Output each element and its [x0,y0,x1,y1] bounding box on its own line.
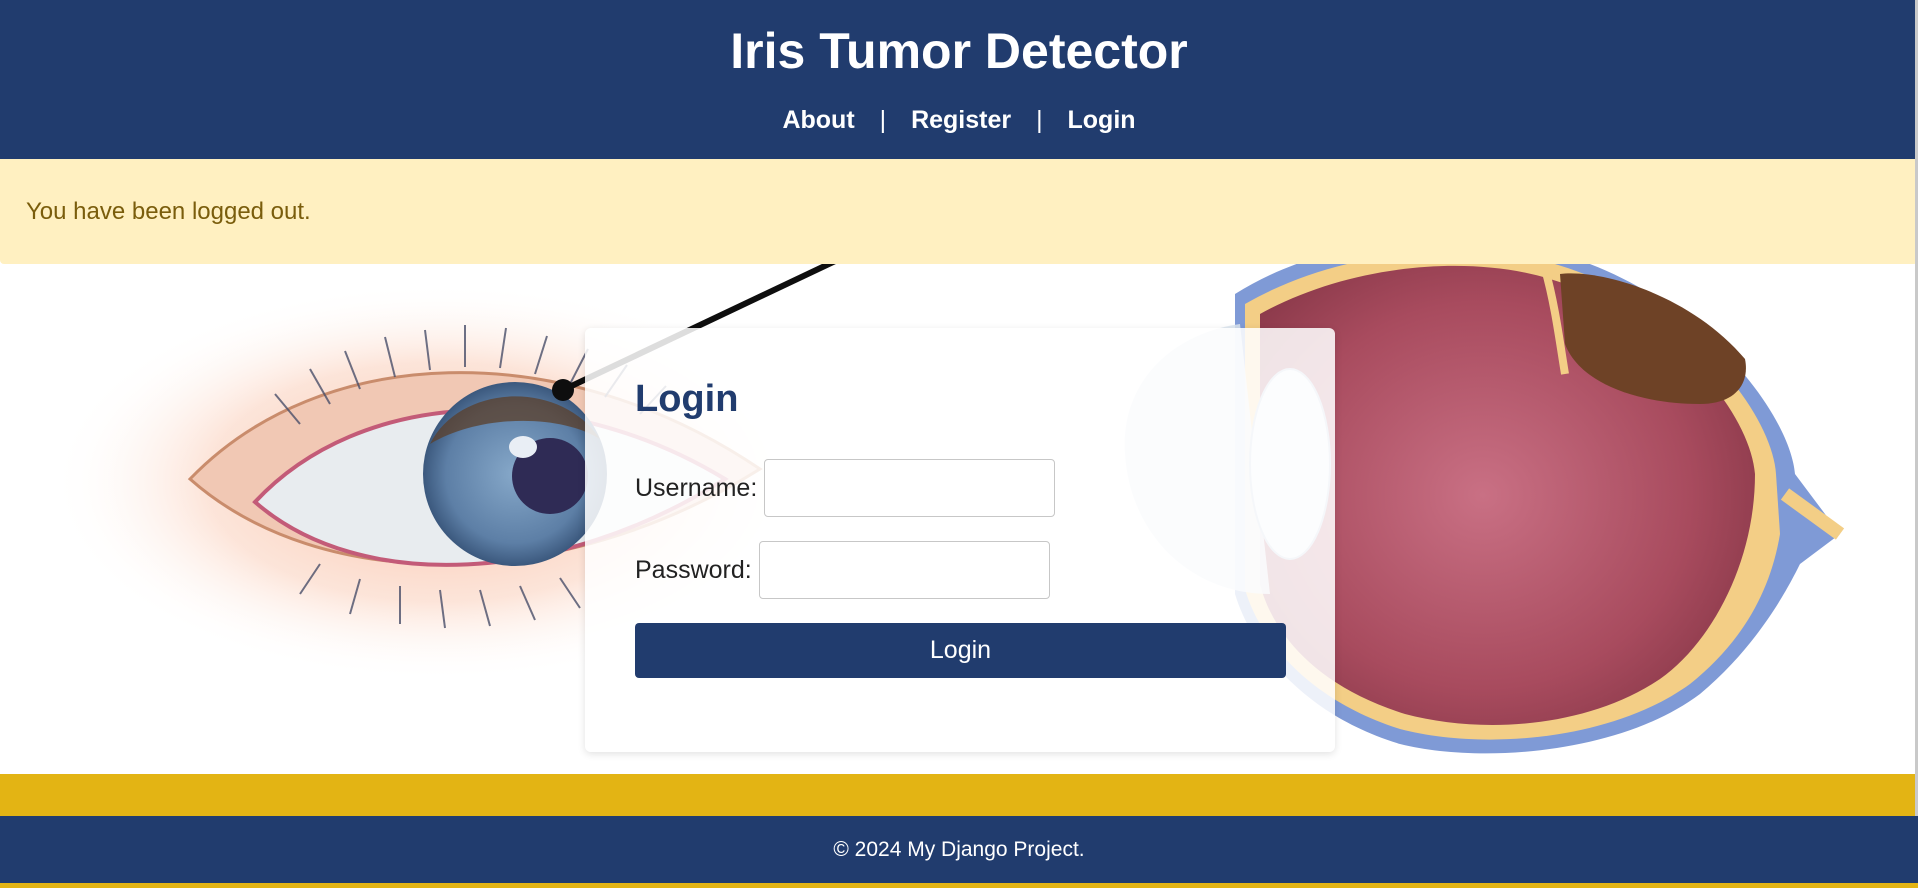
footer-accent-band [0,774,1918,816]
login-card: Login Username: Password: Login [585,328,1335,752]
login-heading: Login [635,378,739,420]
nav-login-link[interactable]: Login [1068,106,1136,134]
site-title: Iris Tumor Detector [730,23,1188,79]
password-input[interactable] [759,541,1050,599]
nav-separator: | [1036,106,1043,134]
nav-about-link[interactable]: About [782,106,854,134]
password-label: Password: [635,556,752,584]
login-button[interactable]: Login [635,623,1286,678]
site-header: Iris Tumor Detector About | Register | L… [0,0,1918,159]
nav-separator: | [879,106,887,134]
site-footer: © 2024 My Django Project. [0,816,1918,883]
main-nav: About | Register | Login [0,104,1918,136]
username-input[interactable] [764,459,1055,517]
footer-copyright: © 2024 My Django Project. [833,838,1085,861]
username-label: Username: [635,474,758,502]
alert-message: You have been logged out. [26,198,311,225]
nav-register-link[interactable]: Register [911,106,1011,134]
footer-bottom-accent [0,883,1918,888]
